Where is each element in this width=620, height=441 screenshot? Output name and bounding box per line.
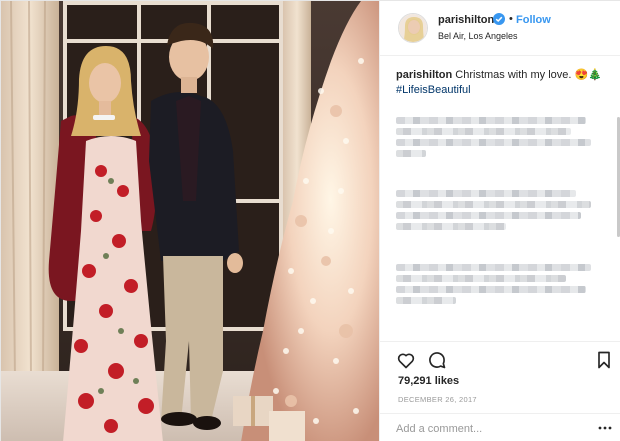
likes-count[interactable]: 79,291 likes [398,375,459,387]
avatar-image [399,14,427,42]
separator-dot: • [509,13,513,25]
post-photo[interactable] [1,1,379,441]
hashtag-link[interactable]: #LifeisBeautiful [396,84,471,96]
username-link[interactable]: parishilton [438,14,494,26]
blurred-comment [396,190,596,234]
verified-badge-icon [493,13,505,25]
comment-icon[interactable] [427,350,447,370]
avatar[interactable] [398,13,428,43]
blurred-comment [396,117,596,161]
caption-username[interactable]: parishilton [396,69,452,81]
action-bar [380,341,620,377]
comment-input[interactable] [396,420,596,438]
comments-section[interactable]: parishilton Christmas with my love. 😍🎄 #… [380,57,620,341]
caption-text: Christmas with my love. 😍🎄 [455,69,602,81]
follow-button[interactable]: Follow [516,14,551,26]
bookmark-icon[interactable] [594,350,614,370]
blurred-comment [396,264,596,308]
instagram-post: parishilton • Follow Bel Air, Los Angele… [0,0,620,441]
post-sidebar: parishilton • Follow Bel Air, Los Angele… [379,1,620,441]
post-caption: parishilton Christmas with my love. 😍🎄 #… [396,68,610,98]
post-photo-illustration [1,1,379,441]
location-link[interactable]: Bel Air, Los Angeles [438,31,518,41]
post-date: DECEMBER 26, 2017 [398,395,477,404]
add-comment-bar [380,413,620,441]
heart-icon[interactable] [396,350,416,370]
post-header: parishilton • Follow Bel Air, Los Angele… [380,1,620,56]
more-options-icon[interactable] [598,422,612,434]
